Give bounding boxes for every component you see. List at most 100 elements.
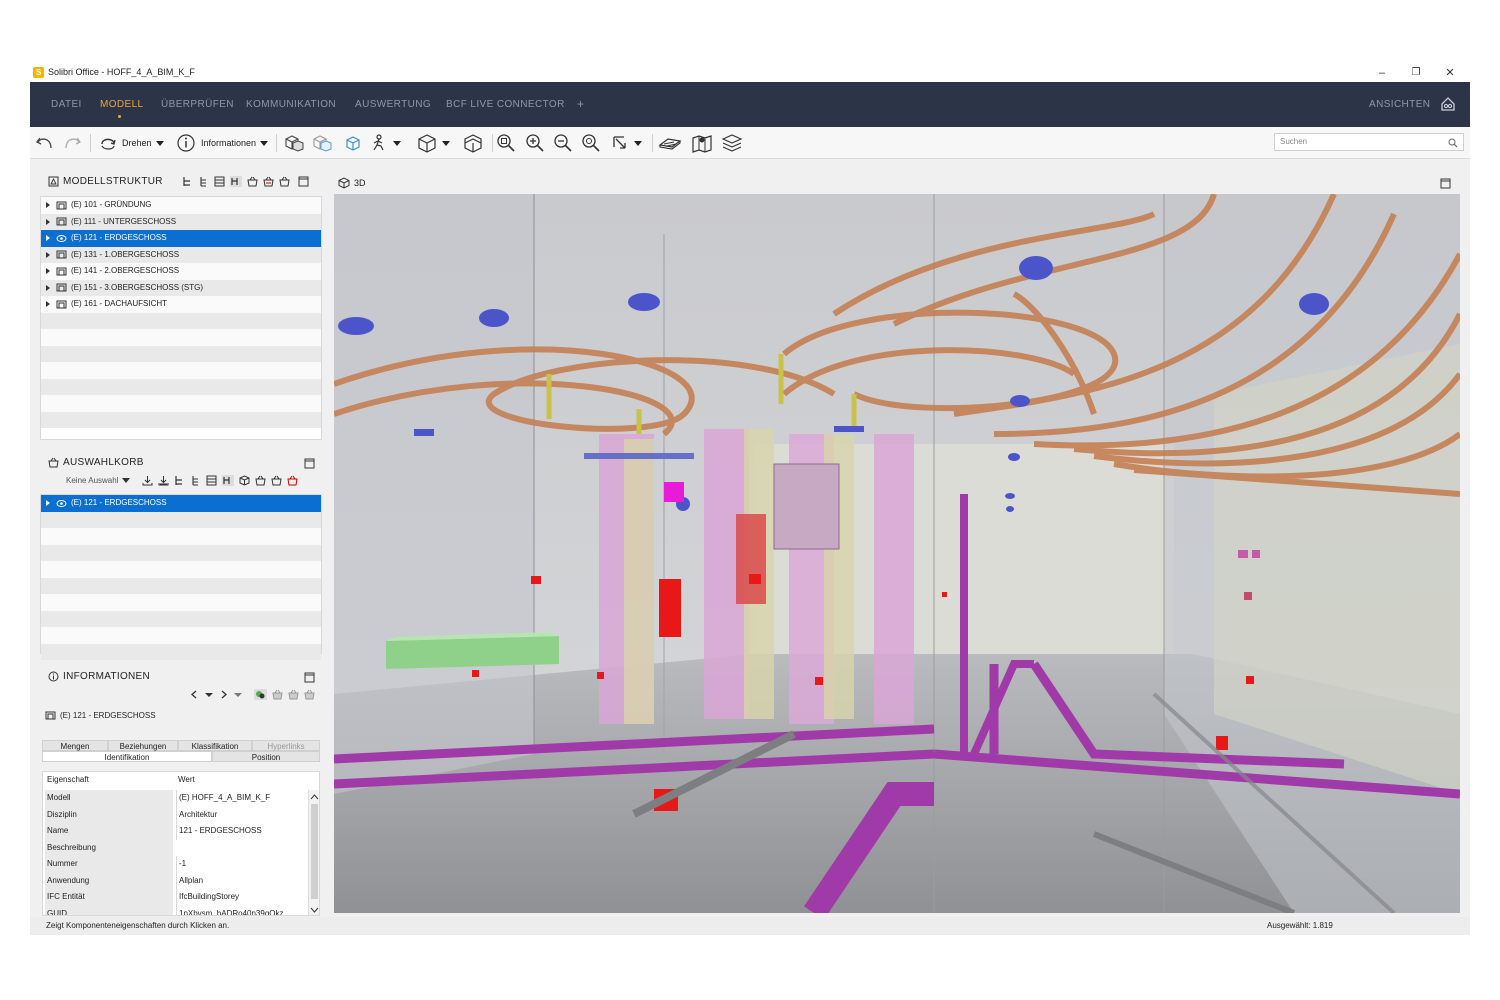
- rotate-dropdown[interactable]: Drehen: [98, 133, 164, 153]
- column-header-value[interactable]: Wert: [176, 772, 309, 789]
- views-icon[interactable]: [1440, 96, 1456, 112]
- menu-auswertung[interactable]: AUSWERTUNG: [355, 99, 431, 110]
- cube-icon[interactable]: [239, 475, 250, 486]
- menu-datei[interactable]: DATEI: [51, 99, 82, 110]
- table-row[interactable]: Name 121 - ERDGESCHOSS: [43, 823, 309, 840]
- zoom-in-icon[interactable]: [525, 133, 545, 153]
- back-icon[interactable]: [190, 689, 199, 700]
- tree-levels-icon[interactable]: [206, 475, 217, 486]
- selection-dropdown[interactable]: Keine Auswahl: [66, 476, 131, 485]
- chevron-down-icon[interactable]: [233, 689, 243, 700]
- table-row[interactable]: IFC Entität IfcBuildingStorey: [43, 889, 309, 906]
- table-row[interactable]: Anwendung Allplan: [43, 872, 309, 889]
- basket-replace-icon[interactable]: [279, 176, 290, 187]
- basket-remove-icon[interactable]: [287, 475, 298, 486]
- tree-filter-icon[interactable]: [222, 475, 234, 486]
- tree-item[interactable]: (E) 131 - 1.OBERGESCHOSS: [41, 246, 321, 263]
- undo-icon[interactable]: [35, 133, 55, 153]
- menu-modell[interactable]: MODELL: [100, 99, 144, 110]
- table-row[interactable]: GUID 1pXbvsm_bADRo40n39qOkz: [43, 905, 309, 915]
- expand-arrow-icon[interactable]: [46, 500, 50, 507]
- menu-bcf-live-connector[interactable]: BCF LIVE CONNECTOR: [446, 99, 565, 110]
- expand-arrow-icon[interactable]: [46, 251, 50, 258]
- basket-remove-icon[interactable]: [288, 689, 299, 700]
- expand-arrow-icon[interactable]: [46, 218, 50, 225]
- tree-item[interactable]: (E) 101 - GRÜNDUNG: [41, 197, 321, 214]
- scroll-down-icon[interactable]: [310, 906, 319, 914]
- tree-expand-icon[interactable]: [182, 176, 193, 187]
- tree-item[interactable]: (E) 151 - 3.OBERGESCHOSS (STG): [41, 279, 321, 296]
- search-icon[interactable]: [1448, 138, 1458, 148]
- slab-icon[interactable]: [658, 133, 682, 153]
- close-button[interactable]: ✕: [1435, 65, 1465, 81]
- tree-item[interactable]: (E) 161 - DACHAUFSICHT: [41, 296, 321, 313]
- map-icon[interactable]: [691, 133, 713, 153]
- zoom-window-icon[interactable]: [581, 133, 601, 153]
- section-box-icon[interactable]: [462, 133, 484, 153]
- cube-blue-icon[interactable]: [344, 133, 362, 153]
- bim-model-render[interactable]: [334, 194, 1460, 913]
- layers-icon[interactable]: [721, 133, 743, 153]
- tree-item-selected[interactable]: (E) 121 - ERDGESCHOSS: [41, 230, 321, 247]
- basket-replace-icon[interactable]: [304, 689, 315, 700]
- 3d-viewport[interactable]: [334, 194, 1460, 913]
- view-tab-3d[interactable]: 3D: [354, 178, 366, 188]
- panel-maximize-icon[interactable]: [298, 176, 309, 187]
- basket-add-icon[interactable]: [255, 475, 266, 486]
- table-row[interactable]: Disziplin Architektur: [43, 806, 309, 823]
- expand-arrow-icon[interactable]: [46, 284, 50, 291]
- menu-ansichten[interactable]: ANSICHTEN: [1369, 99, 1430, 110]
- expand-arrow-icon[interactable]: [46, 202, 50, 209]
- tree-collapse-icon[interactable]: [190, 475, 201, 486]
- basket-add-icon[interactable]: [247, 176, 258, 187]
- table-row[interactable]: Modell (E) HOFF_4_A_BIM_K_F: [43, 790, 309, 807]
- basket-item-selected[interactable]: (E) 121 - ERDGESCHOSS: [41, 495, 321, 512]
- redo-icon[interactable]: [62, 133, 82, 153]
- tree-filter-icon[interactable]: [230, 176, 242, 187]
- expand-arrow-icon[interactable]: [46, 268, 50, 275]
- cubes-show-icon[interactable]: [283, 133, 305, 153]
- basket-add-icon[interactable]: [272, 689, 283, 700]
- box-dropdown[interactable]: [416, 133, 450, 153]
- tree-levels-icon[interactable]: [214, 176, 225, 187]
- panel-maximize-icon[interactable]: [304, 458, 315, 469]
- tab-identifikation[interactable]: Identifikation: [42, 751, 212, 762]
- tree-expand-icon[interactable]: [174, 475, 185, 486]
- expand-arrow-icon[interactable]: [46, 301, 50, 308]
- zoom-fit-icon[interactable]: [496, 133, 516, 153]
- download-icon[interactable]: [142, 475, 153, 486]
- tab-mengen[interactable]: Mengen: [42, 740, 108, 751]
- view-maximize-icon[interactable]: [1440, 178, 1451, 189]
- menu-kommunikation[interactable]: KOMMUNIKATION: [246, 99, 336, 110]
- basket-remove-icon[interactable]: [263, 176, 274, 187]
- minimize-button[interactable]: –: [1367, 65, 1397, 81]
- table-row[interactable]: Nummer -1: [43, 856, 309, 873]
- select-dropdown[interactable]: [610, 133, 642, 153]
- table-row[interactable]: Beschreibung: [43, 839, 309, 856]
- properties-scrollbar[interactable]: [308, 790, 319, 915]
- zoom-out-icon[interactable]: [553, 133, 573, 153]
- walk-dropdown[interactable]: [369, 133, 401, 153]
- tree-item[interactable]: (E) 111 - UNTERGESCHOSS: [41, 213, 321, 230]
- properties-icon[interactable]: [254, 689, 267, 700]
- cubes-hide-icon[interactable]: [311, 133, 333, 153]
- forward-icon[interactable]: [219, 689, 228, 700]
- scrollbar-thumb[interactable]: [311, 804, 318, 899]
- basket-replace-icon[interactable]: [271, 475, 282, 486]
- tab-klassifikation[interactable]: Klassifikation: [178, 740, 252, 751]
- column-header-property[interactable]: Eigenschaft: [45, 772, 173, 789]
- tree-item[interactable]: (E) 141 - 2.OBERGESCHOSS: [41, 263, 321, 280]
- expand-arrow-icon[interactable]: [46, 235, 50, 242]
- tab-beziehungen[interactable]: Beziehungen: [108, 740, 178, 751]
- download-all-icon[interactable]: [158, 475, 169, 486]
- menu-ueberpruefen[interactable]: ÜBERPRÜFEN: [161, 99, 234, 110]
- add-tab-button[interactable]: +: [577, 97, 584, 111]
- search-field[interactable]: Suchen: [1274, 133, 1464, 151]
- information-dropdown[interactable]: Informationen: [176, 133, 269, 153]
- maximize-button[interactable]: ❐: [1401, 65, 1431, 81]
- panel-maximize-icon[interactable]: [304, 672, 315, 683]
- tree-collapse-icon[interactable]: [198, 176, 209, 187]
- chevron-down-icon[interactable]: [204, 689, 214, 700]
- tab-position[interactable]: Position: [212, 751, 320, 762]
- tab-hyperlinks[interactable]: Hyperlinks: [252, 740, 320, 751]
